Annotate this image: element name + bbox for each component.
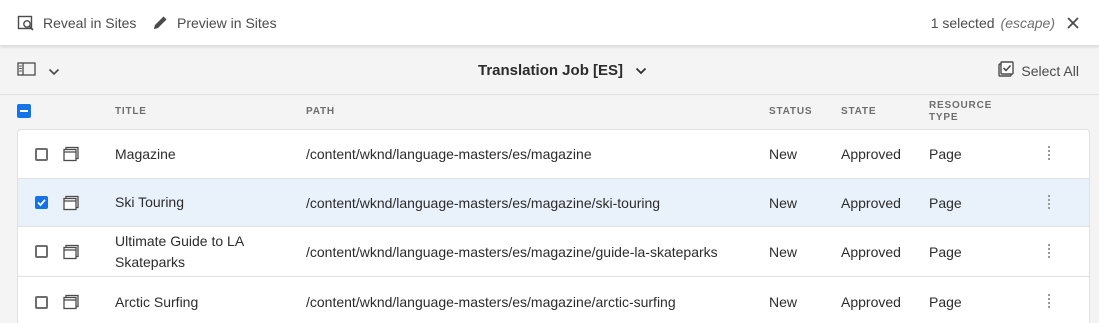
column-header-title[interactable]: TITLE [115, 95, 147, 129]
reveal-search-icon [17, 14, 35, 32]
close-icon[interactable] [1065, 15, 1081, 31]
toolbar: Translation Job [ES] Select All [0, 46, 1099, 95]
page-icon [63, 294, 79, 310]
column-header-resource-type[interactable]: RESOURCE TYPE [929, 95, 992, 129]
drag-handle-icon[interactable] [1047, 243, 1051, 260]
row-title: Magazine [115, 145, 176, 162]
reveal-in-sites-button[interactable]: Reveal in Sites [17, 0, 136, 46]
reveal-in-sites-label: Reveal in Sites [43, 15, 137, 31]
column-header-resource-type-line2: TYPE [929, 112, 959, 123]
row-resource-type: Page [929, 146, 962, 162]
select-all-button[interactable]: Select All [998, 46, 1079, 95]
select-all-label: Select All [1021, 62, 1079, 79]
drag-handle-icon[interactable] [1047, 146, 1051, 162]
column-header-status[interactable]: STATUS [769, 95, 812, 129]
row-resource-type: Page [929, 194, 962, 211]
chevron-down-icon [48, 63, 60, 81]
column-header-state[interactable]: STATE [841, 95, 876, 129]
row-path: /content/wknd/language-masters/es/magazi… [306, 243, 718, 260]
rail-toggle-icon [17, 61, 36, 82]
table-row[interactable]: Arctic Surfing /content/wknd/language-ma… [18, 277, 1089, 323]
row-title: Ski Touring [115, 194, 185, 210]
translation-job-title-dropdown[interactable]: Translation Job [ES] [478, 46, 647, 95]
table-row[interactable]: Ultimate Guide to LA Skateparks /content… [18, 227, 1089, 277]
row-state: Approved [841, 294, 901, 310]
table-body: Magazine /content/wknd/language-masters/… [17, 129, 1090, 323]
table-row[interactable]: Magazine /content/wknd/language-masters/… [18, 130, 1089, 179]
row-status: New [769, 294, 798, 310]
table-row[interactable]: Ski Touring /content/wknd/language-maste… [18, 179, 1089, 227]
selection-count: 1 selected [930, 15, 995, 31]
row-status: New [769, 243, 798, 260]
chevron-down-icon [635, 62, 647, 79]
rail-toggle-button[interactable] [17, 61, 60, 82]
drag-handle-icon[interactable] [1047, 194, 1051, 211]
table-header: TITLE PATH STATUS STATE RESOURCE TYPE [17, 95, 1090, 129]
page-title: Translation Job [ES] [478, 62, 624, 79]
row-status: New [769, 194, 798, 211]
row-resource-type: Page [929, 243, 962, 260]
preview-in-sites-label: Preview in Sites [177, 15, 277, 31]
row-title: Ultimate Guide to LA Skateparks [115, 232, 244, 270]
drag-handle-icon[interactable] [1047, 294, 1051, 310]
preview-in-sites-button[interactable]: Preview in Sites [151, 0, 277, 46]
column-header-path[interactable]: PATH [306, 95, 335, 129]
row-title: Arctic Surfing [115, 293, 199, 310]
column-header-resource-type-line1: RESOURCE [929, 100, 993, 111]
row-path: /content/wknd/language-masters/es/magazi… [306, 294, 676, 310]
page-icon [63, 244, 79, 260]
row-path: /content/wknd/language-masters/es/magazi… [306, 194, 661, 211]
page-icon [63, 195, 79, 211]
select-all-icon [998, 61, 1015, 80]
row-resource-type: Page [929, 294, 962, 310]
row-path: /content/wknd/language-masters/es/magazi… [306, 146, 592, 162]
page-icon [63, 146, 79, 162]
row-state: Approved [841, 146, 901, 162]
action-bar: Reveal in Sites Preview in Sites 1 selec… [0, 0, 1099, 46]
selection-info: 1 selected (escape) [931, 0, 1081, 46]
pencil-icon [151, 14, 169, 32]
row-state: Approved [841, 194, 901, 211]
escape-hint: (escape) [1000, 15, 1055, 31]
row-state: Approved [841, 243, 901, 260]
row-status: New [769, 146, 798, 162]
